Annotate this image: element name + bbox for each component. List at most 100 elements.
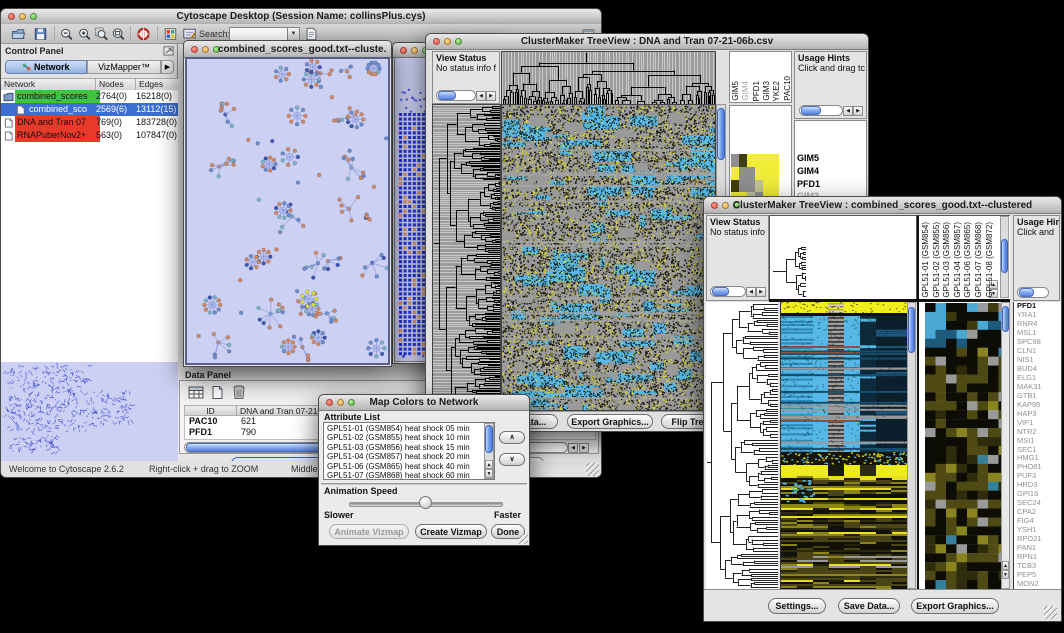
scroll-down-icon[interactable]: ▼	[485, 469, 493, 478]
attribute-list-item[interactable]: GPL51-07 (GSM868) heat shock 60 min	[324, 471, 482, 480]
network-overview-panel[interactable]	[1, 362, 178, 461]
tv2-gene-label[interactable]: NTR2	[1014, 428, 1061, 437]
delete-attribute-trash-icon[interactable]	[232, 384, 246, 400]
close-icon[interactable]	[400, 47, 407, 54]
attribute-list-item[interactable]: GPL51-06 (GSM865) heat shock 40 min	[324, 462, 482, 471]
attribute-list-vscrollbar[interactable]: ▲ ▼	[484, 423, 494, 479]
new-attribute-icon[interactable]	[210, 385, 225, 400]
minimize-icon[interactable]	[411, 47, 418, 54]
treeview1-titlebar[interactable]: ClusterMaker TreeView : DNA and Tran 07-…	[426, 34, 868, 50]
tv2-gene-label[interactable]: PUF3	[1014, 472, 1061, 481]
tv2-gene-label[interactable]: GPI16	[1014, 490, 1061, 499]
tv1-export-graphics-button[interactable]: Export Graphics...	[567, 414, 653, 429]
tv1-zoom-cell[interactable]	[763, 167, 771, 180]
tv1-zoom-cell[interactable]	[731, 154, 739, 167]
tv2-gene-label[interactable]: TCB3	[1014, 562, 1061, 571]
tv2-global-heatmap[interactable]	[780, 302, 907, 589]
zoom-selected-icon[interactable]	[94, 27, 109, 41]
scroll-right-icon[interactable]: ▶	[853, 106, 863, 116]
tv2-gene-label[interactable]: SEC1	[1014, 446, 1061, 455]
search-input[interactable]	[229, 27, 289, 41]
tv1-zoom-cell[interactable]	[739, 167, 747, 180]
tv2-save-data-button[interactable]: Save Data...	[838, 598, 900, 614]
network1-titlebar[interactable]: combined_scores_good.txt--cluste...	[184, 41, 391, 58]
tv2-gene-label[interactable]: PFD1	[1014, 302, 1061, 311]
dialog-resize-grip[interactable]	[519, 535, 528, 544]
tv2-hints-hscrollbar[interactable]	[1017, 287, 1057, 298]
tv1-zoom-cell[interactable]	[771, 154, 779, 167]
tv1-zoom-cell[interactable]	[747, 154, 755, 167]
create-vizmap-button[interactable]: Create Vizmap	[415, 524, 487, 539]
tv1-zoom-cell[interactable]	[763, 154, 771, 167]
tv2-status-hscrollbar[interactable]: ◀ ▶	[710, 286, 766, 297]
tv1-zoom-cell[interactable]	[731, 180, 739, 193]
panel-float-icon[interactable]	[163, 46, 174, 56]
tv1-zoom-row-label[interactable]: PFD1	[797, 179, 820, 189]
tv2-gene-label[interactable]: RNR4	[1014, 320, 1061, 329]
tv2-gene-label[interactable]: PAN1	[1014, 544, 1061, 553]
tv2-gene-list[interactable]: PFD1YRA1RNR4MSL1SPC98CLN1NIS1BUD4ELG1MAK…	[1013, 302, 1061, 589]
tv2-gene-label[interactable]: MSL1	[1014, 329, 1061, 338]
tv2-zoom-view-area[interactable]: ▲ ▼	[917, 302, 1010, 589]
scroll-right-icon[interactable]: ▶	[756, 287, 766, 297]
tv2-gene-label[interactable]: HAP3	[1014, 410, 1061, 419]
scroll-right-icon[interactable]: ▶	[486, 91, 496, 101]
tv2-gene-label[interactable]: PHO81	[1014, 463, 1061, 472]
tab-network[interactable]: Network	[5, 60, 87, 74]
tv1-hints-hscrollbar[interactable]: ◀ ▶	[799, 105, 863, 116]
dialog-titlebar[interactable]: Map Colors to Network	[319, 395, 529, 411]
tv2-export-graphics-button[interactable]: Export Graphics...	[911, 598, 999, 614]
close-icon[interactable]	[191, 46, 198, 53]
scroll-left-icon[interactable]: ◀	[746, 287, 756, 297]
scroll-up-icon[interactable]: ▲	[485, 460, 493, 469]
tv2-gene-label[interactable]: YRA1	[1014, 311, 1061, 320]
slider-thumb[interactable]	[419, 496, 432, 509]
main-titlebar[interactable]: Cytoscape Desktop (Session Name: collins…	[1, 9, 601, 25]
scroll-left-icon[interactable]: ◀	[843, 106, 853, 116]
tv2-gene-label[interactable]: GTB1	[1014, 392, 1061, 401]
tv2-gene-label[interactable]: FIG4	[1014, 517, 1061, 526]
zoom-in-icon[interactable]	[77, 27, 92, 41]
scroll-left-icon[interactable]: ◀	[476, 91, 486, 101]
animation-slider[interactable]	[349, 495, 501, 511]
tv2-gene-label[interactable]: YSH1	[1014, 526, 1061, 535]
tv1-zoom-cell[interactable]	[747, 167, 755, 180]
attribute-list-item[interactable]: GPL51-03 (GSM856) heat shock 15 min	[324, 443, 482, 452]
tv2-gene-label[interactable]: SPC98	[1014, 338, 1061, 347]
help-lifesaver-icon[interactable]	[136, 27, 151, 41]
attribute-list-item[interactable]: GPL51-02 (GSM855) heat shock 10 min	[324, 433, 482, 442]
tv2-gene-label[interactable]: RPN1	[1014, 553, 1061, 562]
tv2-gene-label[interactable]: MSI1	[1014, 437, 1061, 446]
tv1-zoom-cell[interactable]	[731, 167, 739, 180]
tv2-labels-vscrollbar[interactable]	[1000, 216, 1009, 298]
tv2-gene-label[interactable]: MON2	[1014, 580, 1061, 589]
tv2-column-dendrogram-area[interactable]	[769, 215, 917, 301]
window-resize-grip[interactable]	[586, 463, 599, 476]
attribute-browser-icon[interactable]	[304, 27, 319, 41]
attribute-table-icon[interactable]	[188, 385, 204, 400]
tv1-zoom-cell[interactable]	[739, 180, 747, 193]
attribute-listbox[interactable]: GPL51-01 (GSM854) heat shock 05 minGPL51…	[323, 422, 495, 480]
tv2-zoom-vscrollbar[interactable]: ▲ ▼	[1001, 302, 1010, 589]
open-session-icon[interactable]	[11, 27, 26, 41]
vizmapper-icon[interactable]	[163, 27, 178, 41]
annotation-icon[interactable]	[182, 27, 197, 41]
tv2-gene-label[interactable]: CPA2	[1014, 508, 1061, 517]
zoom-out-icon[interactable]	[59, 27, 74, 41]
tv2-gene-label[interactable]: HMG1	[1014, 454, 1061, 463]
tv1-status-hscrollbar[interactable]: ◀ ▶	[436, 90, 496, 101]
attribute-list-item[interactable]: GPL51-04 (GSM857) heat shock 20 min	[324, 452, 482, 461]
network1-canvas-area[interactable]	[185, 57, 390, 365]
tv1-zoom-cell[interactable]	[755, 154, 763, 167]
tv1-column-dendrogram[interactable]	[501, 51, 716, 105]
attribute-list-item[interactable]: GPL51-01 (GSM854) heat shock 05 min	[324, 424, 482, 433]
scroll-left-icon[interactable]: ◀	[568, 443, 578, 453]
tv1-zoom-cell[interactable]	[771, 167, 779, 180]
tab-overflow-arrow-icon[interactable]: ▶	[161, 60, 174, 74]
window-resize-grip[interactable]	[1044, 606, 1057, 619]
tv2-gene-label[interactable]: HRD3	[1014, 481, 1061, 490]
tv2-gene-label[interactable]: MAK31	[1014, 383, 1061, 392]
tv1-zoom-row-label[interactable]: GIM5	[797, 153, 819, 163]
network-tree-row[interactable]: DNA and Tran 07769(0)183728(0)	[1, 116, 178, 129]
tv1-zoom-cell[interactable]	[771, 180, 779, 193]
